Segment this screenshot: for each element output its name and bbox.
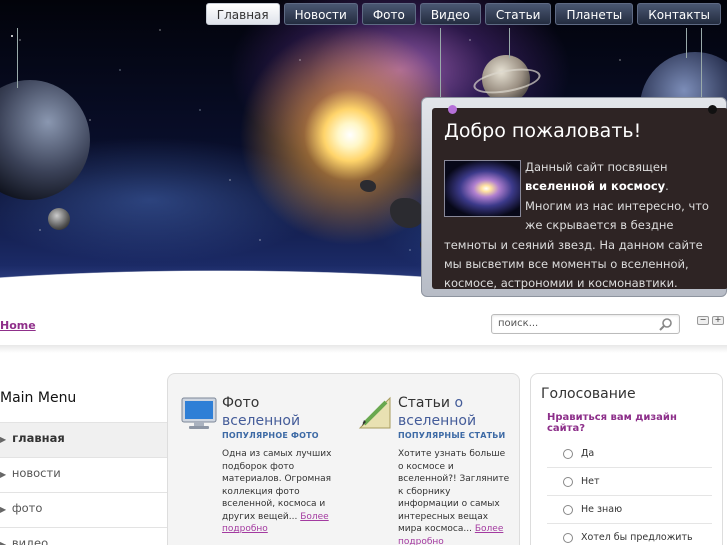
- featured-panel: Фото вселенной ПОПУЛЯРНОЕ ФОТО Одна из са…: [167, 373, 520, 545]
- welcome-text-bold: вселенной и космосу: [525, 179, 666, 194]
- arrow-right-icon: ▶: [0, 470, 7, 479]
- nav-home[interactable]: Главная: [205, 3, 280, 25]
- welcome-box: Добро пожаловать! Данный сайт посвящен в…: [421, 97, 727, 297]
- photo-column: Фото вселенной ПОПУЛЯРНОЕ ФОТО Одна из са…: [180, 394, 335, 536]
- nav-news[interactable]: Новости: [283, 3, 358, 25]
- text-size-decrease-button[interactable]: −: [697, 316, 709, 325]
- search-icon[interactable]: [659, 317, 673, 331]
- photo-title-a: Фото: [222, 395, 260, 411]
- nav-photo[interactable]: Фото: [361, 3, 416, 25]
- radio-button[interactable]: [563, 449, 573, 459]
- articles-title-b: вселенной: [398, 413, 477, 429]
- hanging-string: [17, 28, 18, 88]
- articles-column: Статьи о вселенной ПОПУЛЯРНЫЕ СТАТЬИ Хоти…: [356, 394, 511, 545]
- nav-articles[interactable]: Статьи: [484, 3, 552, 25]
- monitor-icon: [181, 397, 217, 429]
- photo-title-b: вселенной: [222, 413, 301, 429]
- menu-item-video[interactable]: ▶ видео: [0, 527, 167, 545]
- menu-item-home[interactable]: ▶ главная: [0, 422, 167, 457]
- text-size-increase-button[interactable]: +: [712, 316, 724, 325]
- poll-title: Голосование: [541, 386, 636, 402]
- poll-panel: Голосование Нравиться вам дизайн сайта? …: [530, 373, 723, 545]
- poll-option-yes[interactable]: Да: [547, 440, 712, 468]
- divider: [0, 345, 727, 353]
- pin-icon: [448, 105, 457, 114]
- photo-subtitle: ПОПУЛЯРНОЕ ФОТО: [222, 431, 319, 440]
- welcome-panel: Добро пожаловать! Данный сайт посвящен в…: [432, 105, 727, 290]
- search-input[interactable]: поиск...: [491, 314, 680, 334]
- radio-button[interactable]: [563, 477, 573, 487]
- asteroid-image: [360, 180, 376, 192]
- welcome-text: Данный сайт посвящен вселенной и космосу…: [444, 160, 709, 291]
- hanging-string: [509, 28, 510, 58]
- poll-question: Нравиться вам дизайн сайта?: [547, 412, 677, 434]
- articles-description: Хотите узнать больше о космосе и вселенн…: [398, 449, 510, 545]
- nav-video[interactable]: Видео: [419, 3, 481, 25]
- galaxy-thumbnail: [444, 160, 521, 217]
- nav-contacts[interactable]: Контакты: [637, 3, 721, 25]
- radio-button[interactable]: [563, 505, 573, 515]
- arrow-right-icon: ▶: [0, 540, 7, 545]
- menu-item-news[interactable]: ▶ новости: [0, 457, 167, 492]
- poll-option-suggest[interactable]: Хотел бы предложить дополнения: [547, 524, 712, 545]
- main-menu-title: Main Menu: [0, 390, 77, 406]
- menu-item-photo[interactable]: ▶ фото: [0, 492, 167, 527]
- poll-option-dont-know[interactable]: Не знаю: [547, 496, 712, 524]
- photo-description: Одна из самых лучших подборок фото матер…: [222, 449, 332, 534]
- hanging-string: [440, 28, 441, 98]
- articles-title-a: Статьи: [398, 395, 451, 411]
- arrow-right-icon: ▶: [0, 435, 7, 444]
- moon-image: [48, 208, 70, 230]
- top-navigation: Главная Новости Фото Видео Статьи Планет…: [205, 3, 721, 25]
- welcome-title: Добро пожаловать!: [444, 120, 642, 142]
- pin-icon: [708, 105, 717, 114]
- arrow-right-icon: ▶: [0, 505, 7, 514]
- pencil-ruler-icon: [358, 396, 391, 429]
- radio-button[interactable]: [563, 533, 573, 543]
- breadcrumb-home[interactable]: Home: [0, 319, 36, 332]
- main-menu: Main Menu ▶ главная ▶ новости ▶ фото ▶ в…: [0, 390, 167, 545]
- poll-option-no[interactable]: Нет: [547, 468, 712, 496]
- articles-subtitle: ПОПУЛЯРНЫЕ СТАТЬИ: [398, 431, 506, 440]
- hanging-string: [701, 28, 702, 100]
- articles-title-o: о: [454, 395, 464, 411]
- hanging-string: [686, 28, 687, 58]
- nav-planets[interactable]: Планеты: [555, 3, 634, 25]
